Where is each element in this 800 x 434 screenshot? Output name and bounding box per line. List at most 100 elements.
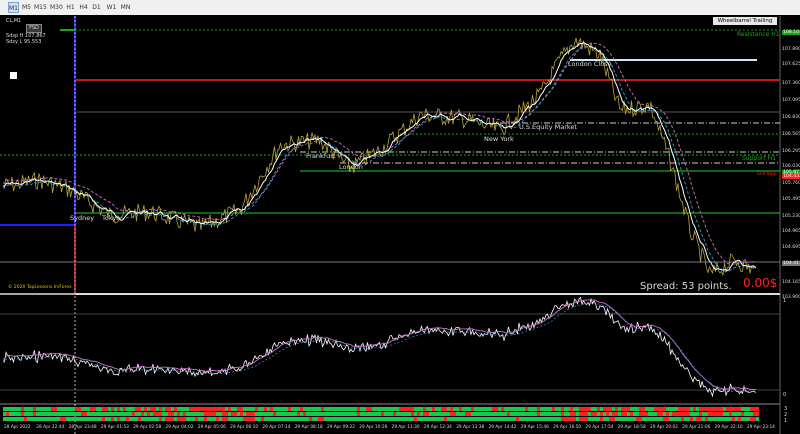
fsd-button[interactable]: FSD [26,24,42,33]
trend-bar [216,407,219,411]
timeframe-toolbar: M1 M5 M15 M30 H1 H4 D1 W1 MN [0,0,800,16]
trend-bar [351,417,354,421]
trend-bar [516,407,519,411]
trend-bar [441,417,444,421]
timeframe-m5[interactable]: M5 [21,2,32,13]
trend-bar [684,417,687,421]
trend-bar [282,417,285,421]
timeframe-d1[interactable]: D1 [91,2,102,13]
trend-bar [81,412,84,416]
trend-bar [108,417,111,421]
timeframe-mn[interactable]: MN [120,2,131,13]
trend-bar [153,412,156,416]
trend-bar [222,407,225,411]
trend-bar [297,417,300,421]
trend-bar [636,407,639,411]
trend-bar [615,417,618,421]
trend-bar [330,412,333,416]
trend-bar [168,417,171,421]
trend-bar [681,412,684,416]
trend-bar [285,407,288,411]
trend-bar [60,412,63,416]
trend-bar [654,412,657,416]
trend-bar [486,417,489,421]
trend-bar [75,417,78,421]
timeframe-m1[interactable]: M1 [8,2,19,13]
trend-bar [717,412,720,416]
trend-bar [240,407,243,411]
trend-bar [546,417,549,421]
trend-bar [693,412,696,416]
time-tick: 29 Apr 07:14 [262,425,291,430]
trend-bar [258,407,261,411]
panel-toggle-checkbox[interactable] [10,72,17,79]
trend-bar [51,412,54,416]
trend-bar [702,417,705,421]
trend-bar [39,407,42,411]
trend-bar [495,412,498,416]
trend-bar [387,407,390,411]
trend-bar [48,407,51,411]
trend-bar [303,412,306,416]
trend-bar [207,412,210,416]
trend-bar [636,412,639,416]
trend-bar [636,417,639,421]
trend-bar [69,407,72,411]
trend-bar [459,407,462,411]
trend-bar [72,407,75,411]
time-tick: 29 Apr 20:02 [650,425,679,430]
time-tick: 29 Apr 22:10 [714,425,743,430]
trend-bar [501,407,504,411]
timeframe-h4[interactable]: H4 [78,2,89,13]
timeframe-m30[interactable]: M30 [50,2,63,13]
trend-bar [747,417,750,421]
trend-bar [591,412,594,416]
trend-bar [675,407,678,411]
timeframe-h1[interactable]: H1 [65,2,76,13]
trend-bar [546,412,549,416]
trend-bar [96,417,99,421]
trend-bar [417,407,420,411]
timeframe-w1[interactable]: W1 [106,2,117,13]
trend-bar [189,407,192,411]
trend-bar [207,407,210,411]
trend-bar [273,412,276,416]
trend-bar [669,417,672,421]
indicator-axis-top: 1 [783,298,787,304]
trend-bar [474,412,477,416]
trend-bar [204,412,207,416]
trend-bar [579,407,582,411]
trend-bar [705,417,708,421]
trend-bar [327,412,330,416]
trend-bar [117,417,120,421]
trend-bar [156,412,159,416]
trend-bar [186,412,189,416]
trend-bar [93,407,96,411]
stat-low: Sdsy L 95.553 [6,39,42,45]
trend-bar [24,407,27,411]
trend-bar [288,417,291,421]
trend-bar [720,417,723,421]
trend-bar [456,412,459,416]
trend-bar [438,417,441,421]
trend-bar [402,412,405,416]
time-tick: 29 Apr 15:46 [520,425,549,430]
trend-bar [78,407,81,411]
trend-bar [249,417,252,421]
trend-bar [756,407,759,411]
trend-bar [54,417,57,421]
trend-bar [237,417,240,421]
trend-bar [75,412,78,416]
trend-bar [45,407,48,411]
timeframe-m15[interactable]: M15 [34,2,47,13]
trend-bar [738,417,741,421]
trend-bar [96,407,99,411]
trend-bar [378,407,381,411]
trend-bar [222,412,225,416]
trend-bar [6,417,9,421]
trend-bar [282,412,285,416]
price-chart[interactable] [0,15,800,434]
trend-bar [477,407,480,411]
trend-bar [612,412,615,416]
time-tick: 29 Apr 12:34 [423,425,452,430]
